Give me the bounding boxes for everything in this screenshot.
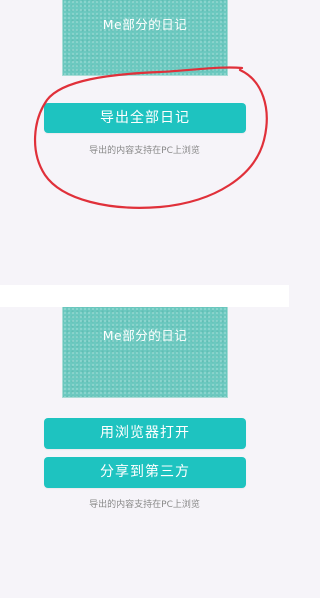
screen-divider <box>0 285 289 307</box>
diary-cover-title: Me部分的日记 <box>102 17 188 32</box>
share-to-third-party-button[interactable]: 分享到第三方 <box>44 457 246 488</box>
top-screen: Me部分的日记 导出全部日记 导出的内容支持在PC上浏览 <box>0 0 289 285</box>
bottom-screen: Me部分的日记 用浏览器打开 分享到第三方 导出的内容支持在PC上浏览 <box>0 307 289 598</box>
diary-cover-title: Me部分的日记 <box>102 328 188 343</box>
open-in-browser-button[interactable]: 用浏览器打开 <box>44 418 246 449</box>
export-hint-text: 导出的内容支持在PC上浏览 <box>89 146 200 156</box>
export-all-diaries-button[interactable]: 导出全部日记 <box>44 103 246 133</box>
diary-cover: Me部分的日记 <box>62 0 228 76</box>
export-hint-text: 导出的内容支持在PC上浏览 <box>89 500 200 510</box>
diary-cover: Me部分的日记 <box>62 307 228 398</box>
